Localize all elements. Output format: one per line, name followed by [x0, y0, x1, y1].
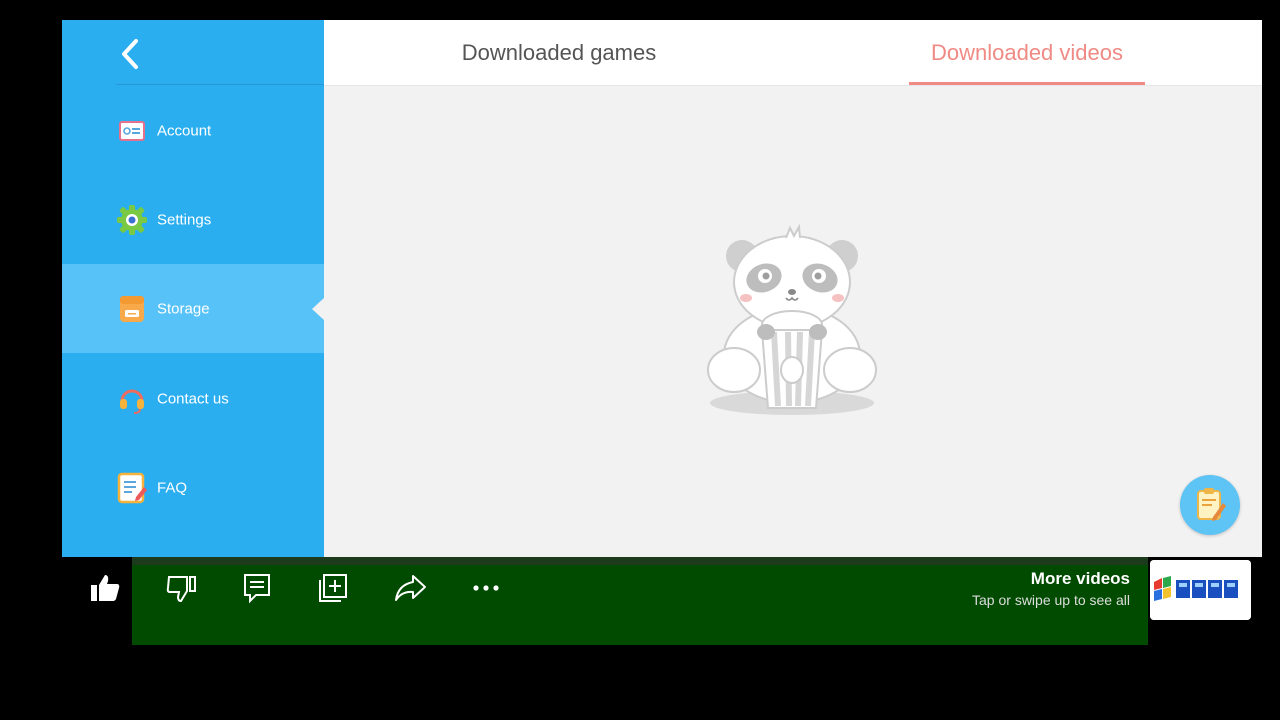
app-window: Account Settings Storage Contact us FAQ …	[62, 20, 1262, 557]
panda-popcorn-illustration	[707, 223, 877, 415]
more-videos-title: More videos	[1030, 569, 1130, 588]
dislike-button[interactable]	[161, 570, 201, 606]
faq-document-icon	[116, 472, 148, 504]
headset-icon	[116, 383, 148, 415]
share-button[interactable]	[390, 570, 430, 606]
tab-label: Downloaded videos	[930, 39, 1124, 65]
sidebar-divider	[116, 84, 324, 85]
active-tab-underline	[909, 82, 1145, 85]
sidebar-item-faq[interactable]: FAQ	[62, 443, 324, 532]
active-indicator	[312, 297, 324, 320]
share-icon	[395, 575, 426, 601]
sidebar-item-settings[interactable]: Settings	[62, 175, 324, 264]
tab-label: Downloaded games	[461, 39, 657, 65]
video-thumbnail-image	[1150, 560, 1251, 620]
back-button[interactable]	[110, 34, 150, 74]
comment-icon	[244, 574, 270, 604]
thumbs-down-icon	[166, 576, 196, 603]
like-button[interactable]	[85, 570, 125, 606]
sidebar-item-label: Storage	[157, 300, 210, 317]
feedback-button[interactable]	[1180, 475, 1240, 535]
more-videos-thumbnail[interactable]	[1150, 560, 1251, 620]
more-options-button[interactable]	[466, 570, 506, 606]
sidebar-item-storage[interactable]: Storage	[62, 264, 324, 353]
more-videos-subtitle: Tap or swipe up to see all	[972, 592, 1130, 608]
tab-downloaded-videos[interactable]: Downloaded videos	[909, 20, 1145, 85]
add-to-playlist-icon	[319, 574, 347, 602]
gear-icon	[116, 204, 148, 236]
more-videos-prompt[interactable]: More videos Tap or swipe up to see all	[972, 569, 1130, 608]
overlay-divider	[132, 557, 1148, 565]
id-card-icon	[116, 115, 148, 147]
storage-box-icon	[116, 293, 148, 325]
chevron-left-icon	[122, 39, 138, 69]
sidebar-item-contact-us[interactable]: Contact us	[62, 354, 324, 443]
thumbs-up-icon	[91, 575, 120, 601]
tab-downloaded-games[interactable]: Downloaded games	[414, 20, 704, 85]
sidebar-item-label: Account	[157, 122, 212, 139]
feedback-notepad-icon	[1197, 488, 1226, 521]
add-to-playlist-button[interactable]	[313, 570, 353, 606]
sidebar: Account Settings Storage Contact us FAQ	[62, 20, 324, 557]
sidebar-item-label: Settings	[157, 211, 212, 228]
more-icon	[473, 585, 499, 591]
sidebar-item-label: FAQ	[157, 479, 188, 496]
sidebar-item-label: Contact us	[157, 390, 229, 407]
tab-bar: Downloaded games Downloaded videos	[324, 20, 1262, 86]
comment-button[interactable]	[237, 570, 277, 606]
sidebar-item-account[interactable]: Account	[62, 86, 324, 175]
